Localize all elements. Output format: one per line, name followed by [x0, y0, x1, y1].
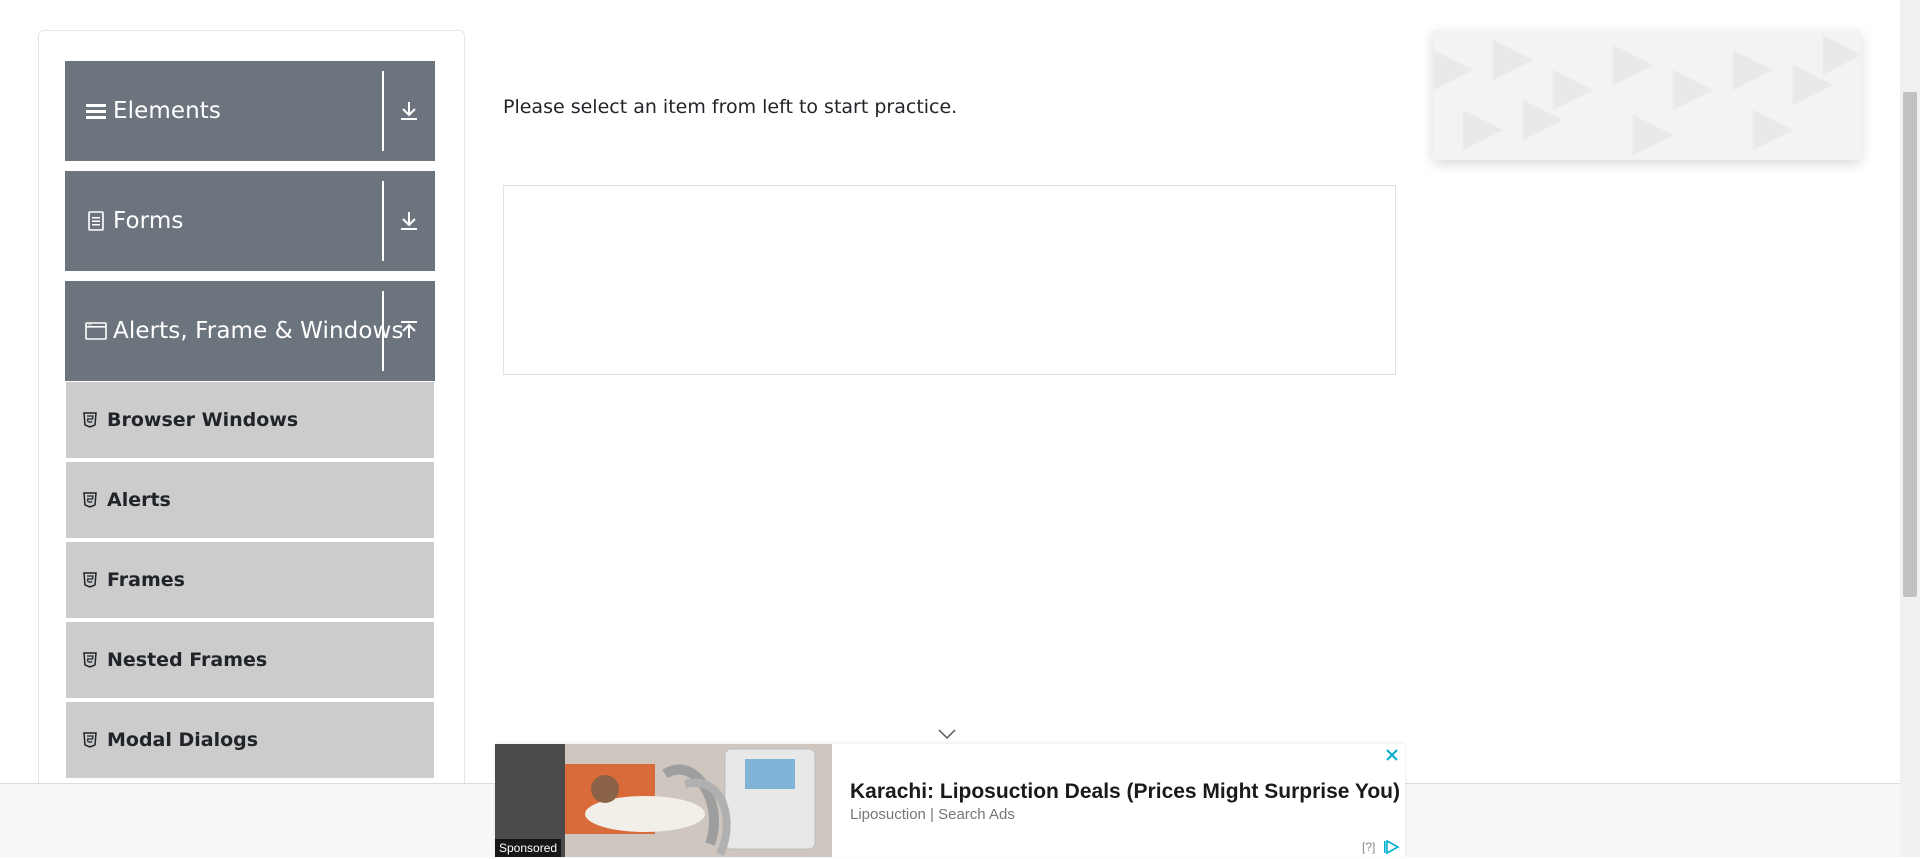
sidebar-item-browser-windows[interactable]: Browser Windows	[66, 382, 434, 460]
group-header-alerts-frame-windows[interactable]: Alerts, Frame & Windows	[65, 281, 435, 381]
sidebar-item-alerts[interactable]: Alerts	[66, 462, 434, 540]
html5-icon	[83, 572, 97, 588]
sidebar-item-label: Browser Windows	[107, 409, 299, 431]
sidebar-item-label: Nested Frames	[107, 649, 268, 671]
document-icon	[85, 210, 107, 232]
sponsored-ad[interactable]: Sponsored Karachi: Liposuction Deals (Pr…	[495, 744, 1405, 857]
divider	[382, 71, 384, 151]
ad-help-link[interactable]: [?]	[1362, 840, 1375, 854]
sidebar-item-label: Frames	[107, 569, 185, 591]
pattern-graphic	[1433, 34, 1861, 156]
group-label: Alerts, Frame & Windows	[113, 318, 404, 344]
sidebar-item-label: Modal Dialogs	[107, 729, 259, 751]
sidebar-item-label: Alerts	[107, 489, 171, 511]
adchoices-icon[interactable]	[1383, 839, 1401, 855]
sponsored-label: Sponsored	[495, 839, 562, 857]
hamburger-icon	[85, 100, 107, 122]
content-area	[503, 185, 1396, 375]
close-icon[interactable]	[1383, 746, 1401, 764]
group-label: Elements	[113, 98, 222, 124]
group-header-elements[interactable]: Elements	[65, 61, 435, 161]
group-header-forms[interactable]: Forms	[65, 171, 435, 271]
ad-image[interactable]: Sponsored	[495, 744, 832, 857]
sidebar-item-nested-frames[interactable]: Nested Frames	[66, 622, 434, 700]
html5-icon	[83, 732, 97, 748]
side-banner[interactable]	[1433, 30, 1861, 160]
chevron-down-icon[interactable]	[935, 724, 959, 744]
download-icon[interactable]	[397, 209, 421, 233]
html5-icon	[83, 492, 97, 508]
window-icon	[85, 320, 107, 342]
group-label: Forms	[113, 208, 184, 234]
html5-icon	[83, 412, 97, 428]
ad-source[interactable]: Liposuction | Search Ads	[850, 806, 1015, 823]
upload-icon[interactable]	[397, 319, 421, 343]
intro-text: Please select an item from left to start…	[503, 96, 958, 118]
html5-icon	[83, 652, 97, 668]
sidebar-item-frames[interactable]: Frames	[66, 542, 434, 620]
ad-headline[interactable]: Karachi: Liposuction Deals (Prices Might…	[850, 780, 1400, 804]
scrollbar-thumb[interactable]	[1903, 92, 1917, 597]
download-icon[interactable]	[397, 99, 421, 123]
divider	[382, 291, 384, 371]
sidebar-item-modal-dialogs[interactable]: Modal Dialogs	[66, 702, 434, 780]
divider	[382, 181, 384, 261]
